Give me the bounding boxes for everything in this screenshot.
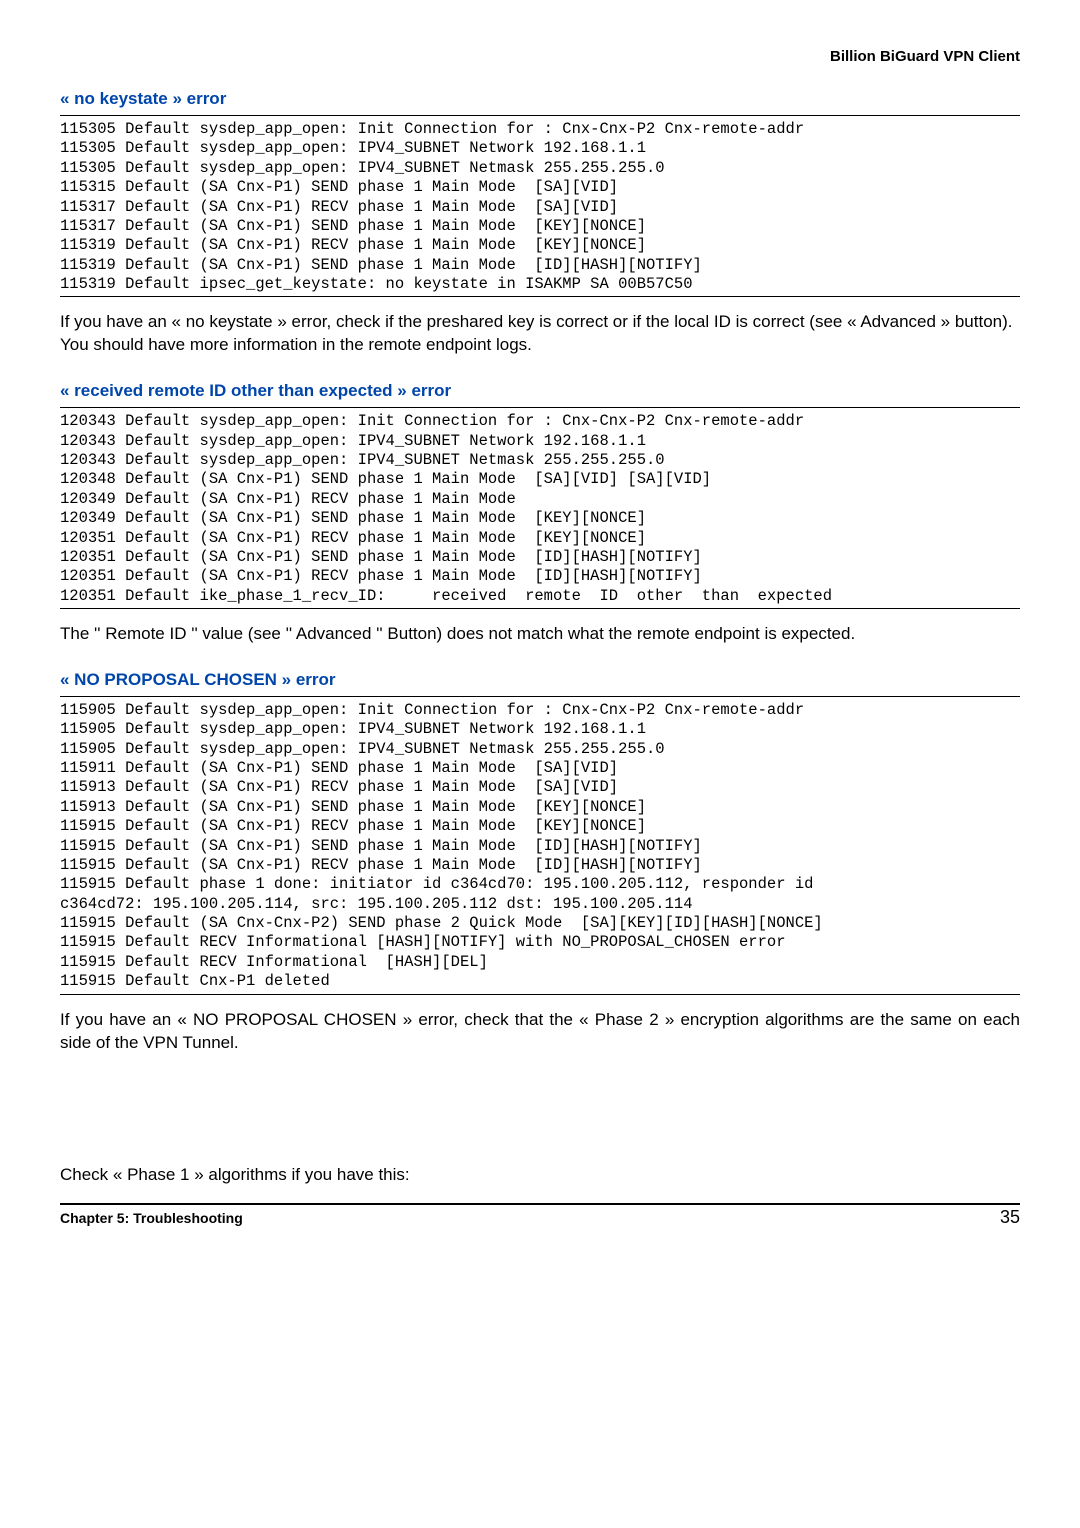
footer-page-number: 35 <box>1000 1207 1020 1228</box>
code-block-noproposal: 115905 Default sysdep_app_open: Init Con… <box>60 699 1020 994</box>
code-block-nokeystate: 115305 Default sysdep_app_open: Init Con… <box>60 118 1020 296</box>
divider <box>60 407 1020 408</box>
explain-phase1: Check « Phase 1 » algorithms if you have… <box>60 1164 1020 1187</box>
explain-nokeystate: If you have an « no keystate » error, ch… <box>60 311 1020 357</box>
product-header: Billion BiGuard VPN Client <box>60 48 1020 65</box>
divider <box>60 296 1020 297</box>
footer-chapter: Chapter 5: Troubleshooting <box>60 1210 243 1226</box>
section-title-nokeystate: « no keystate » error <box>60 89 1020 109</box>
divider <box>60 696 1020 697</box>
section-title-noproposal: « NO PROPOSAL CHOSEN » error <box>60 670 1020 690</box>
explain-noproposal: If you have an « NO PROPOSAL CHOSEN » er… <box>60 1009 1020 1055</box>
explain-remoteid: The '' Remote ID '' value (see '' Advanc… <box>60 623 1020 646</box>
section-title-remoteid: « received remote ID other than expected… <box>60 381 1020 401</box>
divider <box>60 608 1020 609</box>
footer-divider <box>60 1203 1020 1205</box>
divider <box>60 115 1020 116</box>
divider <box>60 994 1020 995</box>
code-block-remoteid: 120343 Default sysdep_app_open: Init Con… <box>60 410 1020 608</box>
